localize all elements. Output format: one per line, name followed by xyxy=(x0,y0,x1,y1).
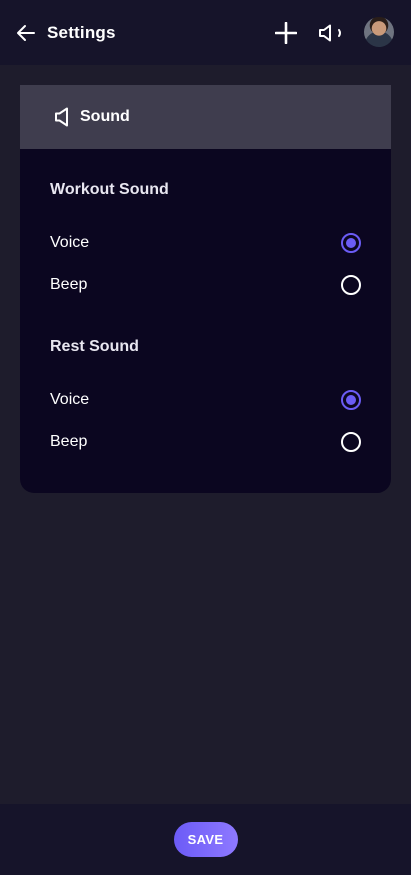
card-title: Sound xyxy=(80,108,130,125)
option-label: Beep xyxy=(50,433,88,450)
bottom-action-bar: SAVE xyxy=(0,804,411,875)
option-label: Beep xyxy=(50,276,88,293)
card-header: Sound xyxy=(20,85,391,149)
option-label: Voice xyxy=(50,391,90,408)
radio-button[interactable] xyxy=(341,275,361,295)
plus-icon xyxy=(275,22,297,44)
option-label: Voice xyxy=(50,234,90,251)
workout-sound-option-voice[interactable]: Voice xyxy=(50,227,361,259)
page-title: Settings xyxy=(47,23,116,42)
sound-settings-card: Sound Workout Sound Voice Beep Rest Soun… xyxy=(20,85,391,493)
workout-sound-option-beep[interactable]: Beep xyxy=(50,269,361,301)
rest-sound-heading: Rest Sound xyxy=(50,338,139,355)
rest-sound-option-voice[interactable]: Voice xyxy=(50,384,361,416)
save-button[interactable]: SAVE xyxy=(173,822,238,857)
radio-button[interactable] xyxy=(341,432,361,452)
speaker-icon xyxy=(52,107,72,127)
sound-toggle-button[interactable] xyxy=(316,21,346,45)
radio-button-selected[interactable] xyxy=(341,390,361,410)
back-button[interactable] xyxy=(14,21,38,45)
top-app-bar: Settings xyxy=(0,0,411,65)
speaker-icon xyxy=(319,24,341,42)
add-button[interactable] xyxy=(274,21,298,45)
workout-sound-heading: Workout Sound xyxy=(50,181,169,198)
arrow-left-icon xyxy=(17,25,35,41)
avatar[interactable] xyxy=(364,17,394,47)
rest-sound-option-beep[interactable]: Beep xyxy=(50,426,361,458)
radio-button-selected[interactable] xyxy=(341,233,361,253)
